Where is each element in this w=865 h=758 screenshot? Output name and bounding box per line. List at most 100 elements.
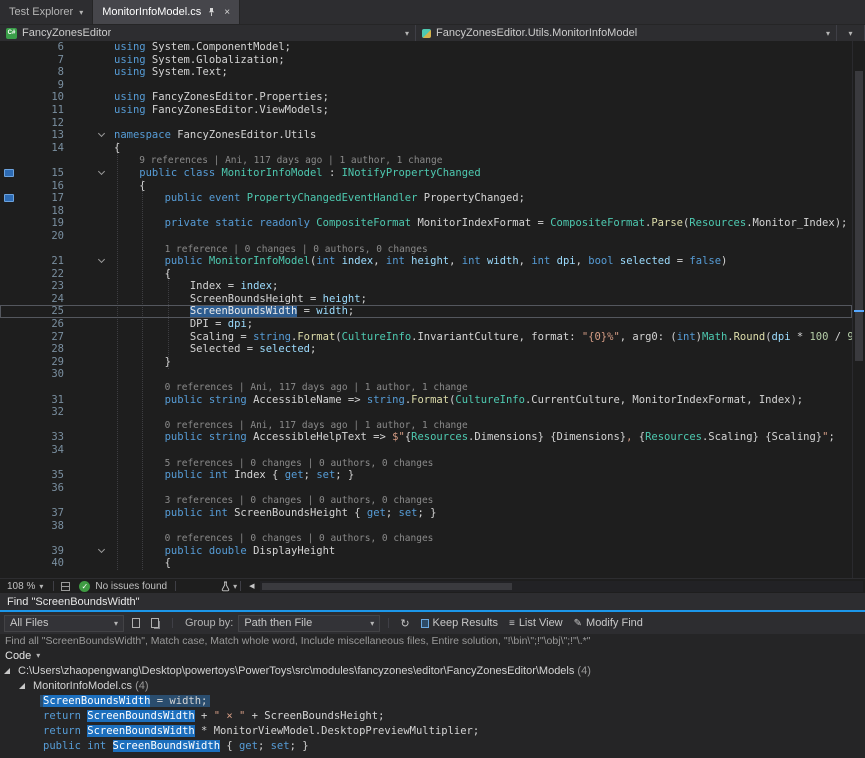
glyph-margin[interactable]: [0, 368, 18, 381]
code-line[interactable]: 23 Index = index;: [0, 280, 852, 293]
project-dropdown[interactable]: C# FancyZonesEditor ▾: [0, 25, 416, 41]
glyph-margin[interactable]: [0, 91, 18, 104]
fold-margin[interactable]: [72, 280, 110, 293]
code-line[interactable]: 21 public MonitorInfoModel(int index, in…: [0, 255, 852, 268]
fold-margin[interactable]: [72, 192, 110, 205]
code-line[interactable]: 17 public event PropertyChangedEventHand…: [0, 192, 852, 205]
file-result-row[interactable]: MonitorInfoModel.cs (4): [0, 678, 865, 693]
modify-find-button[interactable]: ✎ Modify Find: [571, 617, 646, 629]
glyph-margin[interactable]: [0, 305, 18, 318]
fold-margin[interactable]: [72, 368, 110, 381]
glyph-margin[interactable]: [0, 243, 18, 256]
glyph-margin[interactable]: [0, 129, 18, 142]
glyph-margin[interactable]: [0, 180, 18, 193]
files-icon[interactable]: [151, 618, 159, 628]
chevron-down-icon[interactable]: [98, 256, 105, 263]
codelens-row[interactable]: 3 references | 0 changes | 0 authors, 0 …: [0, 494, 852, 507]
code-line[interactable]: 7using System.Globalization;: [0, 54, 852, 67]
refresh-icon[interactable]: ↻: [397, 617, 412, 630]
fold-margin[interactable]: [72, 91, 110, 104]
fold-margin[interactable]: [72, 255, 110, 268]
fold-margin[interactable]: [72, 482, 110, 495]
scrollbar-thumb[interactable]: [855, 71, 863, 361]
zoom-dropdown[interactable]: 108 % ▾: [0, 581, 50, 592]
chevron-down-icon[interactable]: [98, 130, 105, 137]
folder-result-row[interactable]: C:\Users\zhaopengwang\Desktop\powertoys\…: [0, 663, 865, 678]
codelens-row[interactable]: 0 references | 0 changes | 0 authors, 0 …: [0, 532, 852, 545]
fold-margin[interactable]: [72, 545, 110, 558]
scrollbar-thumb[interactable]: [262, 583, 512, 590]
glyph-margin[interactable]: [0, 431, 18, 444]
fold-margin[interactable]: [72, 343, 110, 356]
fold-margin[interactable]: [72, 66, 110, 79]
code-line[interactable]: 6using System.ComponentModel;: [0, 41, 852, 54]
tab-test-explorer[interactable]: Test Explorer ▾: [0, 0, 93, 24]
fold-margin[interactable]: [72, 217, 110, 230]
glyph-margin[interactable]: [0, 419, 18, 432]
fold-margin[interactable]: [72, 356, 110, 369]
pin-icon[interactable]: [207, 7, 216, 17]
code-line[interactable]: 13namespace FancyZonesEditor.Utils: [0, 129, 852, 142]
glyph-margin[interactable]: [0, 54, 18, 67]
glyph-margin[interactable]: [0, 192, 18, 205]
glyph-margin[interactable]: [0, 444, 18, 457]
split-view-icon[interactable]: [61, 582, 70, 591]
fold-margin[interactable]: [72, 318, 110, 331]
match-result-row[interactable]: return ScreenBoundsWidth * MonitorViewMo…: [0, 723, 865, 738]
code-line[interactable]: 26 DPI = dpi;: [0, 318, 852, 331]
scope-dropdown[interactable]: All Files ▾: [4, 615, 124, 632]
fold-margin[interactable]: [72, 167, 110, 180]
scroll-left-icon[interactable]: ◀: [244, 582, 259, 590]
fold-margin[interactable]: [72, 205, 110, 218]
code-line[interactable]: 24 ScreenBoundsHeight = height;: [0, 293, 852, 306]
codelens-row[interactable]: 0 references | Ani, 117 days ago | 1 aut…: [0, 381, 852, 394]
margin-glyph-icon[interactable]: [4, 169, 14, 177]
code-line[interactable]: 25 ScreenBoundsWidth = width;: [0, 305, 852, 318]
fold-margin[interactable]: [72, 419, 110, 432]
fold-margin[interactable]: [72, 444, 110, 457]
glyph-margin[interactable]: [0, 280, 18, 293]
glyph-margin[interactable]: [0, 520, 18, 533]
fold-margin[interactable]: [72, 230, 110, 243]
tab-monitorinfomodel[interactable]: MonitorInfoModel.cs ×: [93, 0, 240, 24]
glyph-margin[interactable]: [0, 545, 18, 558]
fold-margin[interactable]: [72, 243, 110, 256]
glyph-margin[interactable]: [0, 268, 18, 281]
glyph-margin[interactable]: [0, 494, 18, 507]
expander-icon[interactable]: [19, 683, 25, 689]
fold-margin[interactable]: [72, 494, 110, 507]
code-line[interactable]: 16 {: [0, 180, 852, 193]
codelens-row[interactable]: 0 references | Ani, 117 days ago | 1 aut…: [0, 419, 852, 432]
fold-margin[interactable]: [72, 469, 110, 482]
document-health-indicator[interactable]: ✓ No issues found: [74, 581, 172, 592]
fold-margin[interactable]: [72, 557, 110, 570]
code-line[interactable]: 11using FancyZonesEditor.ViewModels;: [0, 104, 852, 117]
glyph-margin[interactable]: [0, 457, 18, 470]
fold-margin[interactable]: [72, 180, 110, 193]
code-editor[interactable]: 6using System.ComponentModel;7using Syst…: [0, 41, 865, 578]
code-line[interactable]: 28 Selected = selected;: [0, 343, 852, 356]
fold-margin[interactable]: [72, 394, 110, 407]
glyph-margin[interactable]: [0, 381, 18, 394]
fold-margin[interactable]: [72, 406, 110, 419]
glyph-margin[interactable]: [0, 331, 18, 344]
code-line[interactable]: 39 public double DisplayHeight: [0, 545, 852, 558]
glyph-margin[interactable]: [0, 343, 18, 356]
fold-margin[interactable]: [72, 104, 110, 117]
code-line[interactable]: 37 public int ScreenBoundsHeight { get; …: [0, 507, 852, 520]
code-line[interactable]: 30: [0, 368, 852, 381]
fold-margin[interactable]: [72, 305, 110, 318]
chevron-down-icon[interactable]: [98, 168, 105, 175]
code-line[interactable]: 40 {: [0, 557, 852, 570]
keep-results-button[interactable]: Keep Results: [418, 617, 501, 629]
glyph-margin[interactable]: [0, 154, 18, 167]
chevron-down-icon[interactable]: [98, 546, 105, 553]
member-dropdown[interactable]: ▾: [837, 25, 865, 41]
code-line[interactable]: 33 public string AccessibleHelpText => $…: [0, 431, 852, 444]
code-line[interactable]: 14{: [0, 142, 852, 155]
fold-margin[interactable]: [72, 54, 110, 67]
chevron-down-icon[interactable]: ▾: [79, 8, 83, 17]
glyph-margin[interactable]: [0, 293, 18, 306]
fold-margin[interactable]: [72, 293, 110, 306]
match-result-row[interactable]: return ScreenBoundsWidth + " × " + Scree…: [0, 708, 865, 723]
